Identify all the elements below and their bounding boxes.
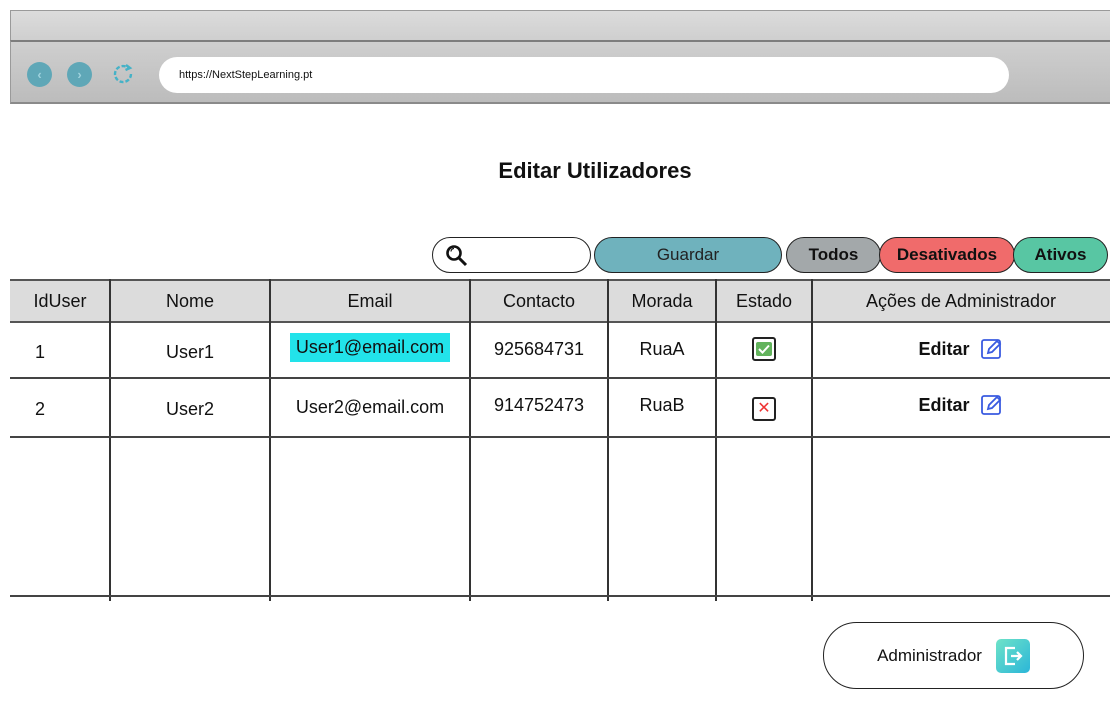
page-title: Editar Utilizadores (498, 158, 692, 183)
exit-icon (995, 638, 1030, 673)
edit-label: Editar (918, 338, 970, 359)
column-header-status: Estado (735, 290, 793, 311)
cell-contact: 925684731 (493, 338, 585, 359)
cell-contact: 914752473 (493, 394, 585, 415)
cell-email[interactable]: User2@email.com (270, 382, 470, 432)
column-header-contact: Contacto (502, 290, 576, 311)
url-text: https://NextStepLearning.pt (179, 69, 313, 81)
browser-toolbar: ‹ › https://NextStepLearning.pt (10, 40, 1110, 104)
cell-id: 2 (34, 398, 45, 419)
cell-admin-actions: Editar (812, 324, 1110, 374)
close-icon: ✕ (757, 400, 771, 417)
save-button[interactable]: Guardar (594, 237, 782, 273)
row-divider (10, 436, 1110, 438)
forward-button[interactable]: › (67, 62, 92, 87)
pencil-icon (980, 395, 1001, 415)
cell-address: RuaB (639, 394, 685, 415)
column-header-address: Morada (631, 290, 693, 311)
cell-status: ✕ (716, 384, 812, 434)
administrator-button[interactable]: Administrador (823, 622, 1084, 689)
browser-title-strip (10, 10, 1110, 40)
reload-button[interactable] (109, 60, 137, 88)
status-checkbox-disabled[interactable]: ✕ (752, 397, 776, 421)
column-header-id: IdUser (33, 290, 87, 311)
table-bottom-border (10, 595, 1110, 597)
cell-admin-actions: Editar (812, 380, 1110, 430)
edit-button[interactable]: Editar (918, 337, 1003, 361)
cell-address: RuaA (639, 338, 685, 359)
table-header: IdUser Nome Email Contacto Morada Estado… (10, 279, 1110, 323)
pencil-icon (980, 339, 1001, 359)
reload-icon (113, 64, 133, 84)
cell-name: User2 (165, 398, 214, 419)
back-button[interactable]: ‹ (27, 62, 52, 87)
arrow-left-icon: ‹ (37, 67, 42, 82)
filter-all-button[interactable]: Todos (786, 237, 881, 273)
filter-active-button[interactable]: Ativos (1013, 237, 1108, 273)
cell-status (716, 324, 812, 374)
arrow-right-icon: › (77, 67, 82, 82)
search-icon (446, 245, 468, 267)
cell-email[interactable]: User1@email.com (270, 322, 470, 372)
checkmark-icon (756, 342, 772, 356)
address-bar[interactable]: https://NextStepLearning.pt (159, 57, 1009, 93)
status-checkbox-active[interactable] (752, 337, 776, 361)
column-header-admin-actions: Ações de Administrador (865, 290, 1057, 311)
cell-id: 1 (34, 341, 45, 362)
search-input[interactable] (432, 237, 591, 273)
email-text-selected: User1@email.com (289, 332, 451, 362)
row-divider (10, 377, 1110, 379)
column-header-email: Email (347, 290, 393, 311)
filter-disabled-button[interactable]: Desativados (879, 237, 1015, 273)
edit-label: Editar (918, 394, 970, 415)
administrator-label: Administrador (877, 645, 982, 665)
column-header-name: Nome (165, 290, 214, 311)
cell-name: User1 (165, 341, 214, 362)
edit-button[interactable]: Editar (918, 393, 1003, 417)
